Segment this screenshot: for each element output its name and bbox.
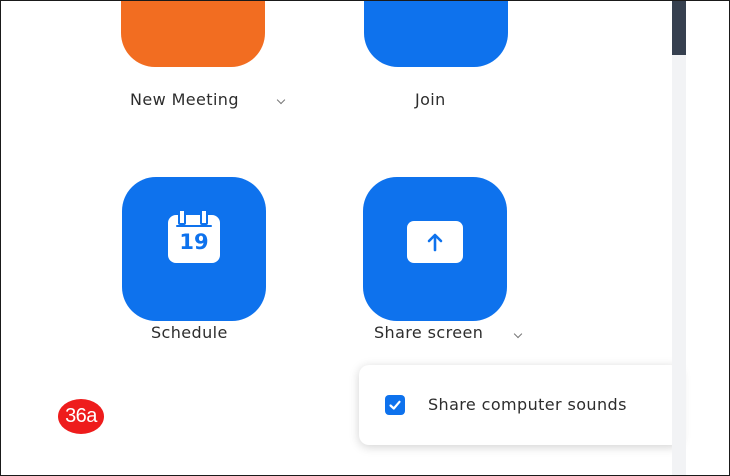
calendar-icon: 19 (168, 209, 220, 263)
share-screen-button[interactable] (363, 177, 507, 321)
new-meeting-button[interactable] (121, 1, 265, 67)
scrollbar-thumb[interactable] (672, 1, 686, 55)
join-button[interactable] (364, 1, 508, 67)
share-computer-sounds-label[interactable]: Share computer sounds (428, 395, 627, 414)
share-options-popup: Share computer sounds (359, 365, 681, 445)
annotation-badge: 36a (58, 399, 104, 434)
schedule-label: Schedule (151, 323, 228, 342)
upload-arrow-icon (407, 221, 463, 263)
share-computer-sounds-checkbox[interactable] (385, 395, 405, 415)
new-meeting-label: New Meeting (130, 90, 239, 109)
chevron-down-icon[interactable] (276, 95, 286, 105)
chevron-down-icon[interactable] (513, 329, 523, 339)
scrollbar-track[interactable] (672, 1, 686, 475)
join-label: Join (415, 90, 446, 109)
app-window: New Meeting Join 19 Schedule Share scree… (0, 0, 730, 476)
checkmark-icon (389, 400, 401, 410)
calendar-day: 19 (179, 230, 209, 254)
share-screen-label: Share screen (374, 323, 484, 342)
schedule-button[interactable]: 19 (122, 177, 266, 321)
